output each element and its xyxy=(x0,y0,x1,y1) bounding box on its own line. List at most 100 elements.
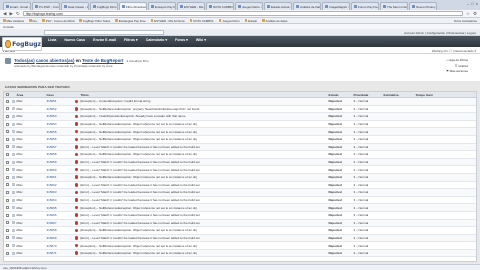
tab-close-icon[interactable]: × xyxy=(436,5,437,9)
bookmark-item[interactable]: PLP - Correo de Mindi xyxy=(42,19,74,23)
cell-case-link[interactable]: 315071 xyxy=(45,251,73,255)
menu-item[interactable]: Calendario ▾ xyxy=(146,38,167,42)
browser-tab[interactable]: FogBugz Filtro Todos× xyxy=(90,2,118,10)
select-all-checkbox[interactable] xyxy=(4,93,10,96)
browser-tab[interactable]: Prt-PGP - Correo × xyxy=(32,2,60,10)
filter-status-link[interactable]: casos abiertos(as) xyxy=(36,58,75,63)
bookmark-item[interactable]: Análisis de datos xyxy=(262,19,288,23)
cell-case-link[interactable]: 315059 xyxy=(45,160,73,164)
cell-case-link[interactable]: 315060 xyxy=(45,168,73,172)
cell-case-link[interactable]: 315053 xyxy=(45,114,73,118)
table-row[interactable]: Misc 315056 [Exception] -- NullReferenceEx… xyxy=(4,136,476,144)
column-header-time-spent[interactable]: Tempo Gast xyxy=(414,93,454,97)
cell-case-link[interactable]: 315067 xyxy=(45,221,73,225)
cell-title-link[interactable]: [Error] -- Level 'Match 1' couldn't be l… xyxy=(79,168,327,172)
tab-close-icon[interactable]: × xyxy=(29,5,30,9)
bookmark-item[interactable]: NOTA CAMBOL xyxy=(189,19,214,23)
tab-close-icon[interactable]: × xyxy=(261,5,262,9)
bookmark-item[interactable]: Fk+ xyxy=(29,19,37,23)
filter-action-link[interactable]: ⌂ Hoja de Filtros xyxy=(446,58,468,62)
cell-case-link[interactable]: 315051 xyxy=(45,99,73,103)
update-filter-link[interactable]: ▾ Actualizar filtro xyxy=(127,59,149,63)
table-row[interactable]: Misc 315058 [Exception] -- NullReferenceEx… xyxy=(4,151,476,159)
cell-case-link[interactable]: 315057 xyxy=(45,145,73,149)
browser-tab[interactable]: Ensayos Pay Free× xyxy=(148,2,176,10)
browser-tab[interactable]: NOTA CAMBOL× xyxy=(206,2,234,10)
browser-tab[interactable]: Filtro All actual× xyxy=(119,2,147,10)
other-bookmarks[interactable]: Otros marcadores xyxy=(454,19,477,23)
filter-project-link[interactable]: Teste de BugReport xyxy=(82,58,123,63)
cell-title-link[interactable]: [Exception] -- NullReferenceException: O… xyxy=(79,137,327,141)
cell-title-link[interactable]: [Exception] -- NullReferenceException: p… xyxy=(79,107,327,111)
cell-title-link[interactable]: [Exception] -- NullReferenceException: O… xyxy=(79,244,327,248)
table-row[interactable]: Misc 315055 [Exception] -- NullReferenceEx… xyxy=(4,128,476,136)
star-icon[interactable]: ☆ xyxy=(466,11,470,17)
cell-case-link[interactable]: 315062 xyxy=(45,183,73,187)
cell-title-link[interactable]: [Error] -- Level 'Match 1' couldn't be l… xyxy=(79,221,327,225)
bookmark-item[interactable]: ESTHER - Mis Archivos xyxy=(150,19,185,23)
bookmark-item[interactable]: Más visitados xyxy=(3,19,24,23)
cell-case-link[interactable]: 315069 xyxy=(45,236,73,240)
bookmark-item[interactable]: Estrategias Pay Free xyxy=(115,19,146,23)
cell-case-link[interactable]: 315055 xyxy=(45,130,73,134)
fogbugz-logo[interactable]: FogBugz xyxy=(2,37,42,51)
browser-tab[interactable]: Estado Actual × xyxy=(264,2,292,10)
browser-tab[interactable]: Nuevo Privacy× xyxy=(409,2,437,10)
minimize-icon[interactable]: – xyxy=(467,1,469,6)
column-header-estimate[interactable]: Estimativa xyxy=(382,93,414,97)
cell-case-link[interactable]: 315063 xyxy=(45,190,73,194)
browser-tab[interactable]: Data Viewer - Fede× xyxy=(61,2,89,10)
cell-title-link[interactable]: [Exception] -- InvalidOperationException… xyxy=(79,114,327,118)
cell-title-link[interactable]: [Error] -- Level 'Match 1' couldn't be l… xyxy=(79,198,327,202)
bookmark-item[interactable]: FogBugz Filtro Todos xyxy=(79,19,110,23)
wrench-icon[interactable]: ⚙ xyxy=(473,11,477,17)
cell-title-link[interactable]: [Exception] -- NullReferenceException: O… xyxy=(79,206,327,210)
table-row[interactable]: Misc 315054 [Exception] -- NullReferenceEx… xyxy=(4,121,476,129)
column-header-case[interactable]: Caso xyxy=(45,93,73,97)
cell-title-link[interactable]: [Error] -- Level 'Match 1' couldn't be l… xyxy=(79,160,327,164)
tab-close-icon[interactable]: × xyxy=(348,5,349,9)
back-icon[interactable]: ◀ xyxy=(3,11,6,17)
cell-case-link[interactable]: 315054 xyxy=(45,122,73,126)
cell-title-link[interactable]: [Error] -- Level 'Match 1' couldn't be l… xyxy=(79,236,327,240)
menu-item[interactable]: Nuevo Caso xyxy=(64,38,85,42)
cell-case-link[interactable]: 315068 xyxy=(45,228,73,232)
bookmark-item[interactable]: Estado xyxy=(244,19,257,23)
browser-tab[interactable]: Análisis de Datos × xyxy=(293,2,321,10)
table-row[interactable]: Misc 315060 [Error] -- Level 'Match 1' cou… xyxy=(4,166,476,174)
menu-item[interactable]: Foros ▾ xyxy=(175,38,188,42)
table-row[interactable]: Misc 315067 [Error] -- Level 'Match 1' cou… xyxy=(4,219,476,228)
table-row[interactable]: Misc 315064 [Error] -- Level 'Match 1' cou… xyxy=(4,197,476,205)
table-row[interactable]: Misc 315063 [Error] -- Level 'Match 1' cou… xyxy=(4,189,476,197)
table-row[interactable]: Misc 315051 [Exception] -- ContentExceptio… xyxy=(4,98,476,106)
cell-title-link[interactable]: [Error] -- Level 'Match 1' couldn't be l… xyxy=(79,145,327,149)
browser-tab[interactable]: ESTHER - Mis Archivos× xyxy=(177,2,205,10)
bookmark-item[interactable]: Juegos Retro xyxy=(218,19,240,23)
column-header-title[interactable]: Título xyxy=(79,93,327,97)
cell-case-link[interactable]: 315056 xyxy=(45,137,73,141)
column-header-status[interactable]: Estado xyxy=(327,93,352,97)
cell-title-link[interactable]: [Error] -- Level 'Match 1' couldn't be l… xyxy=(79,190,327,194)
close-icon[interactable]: × xyxy=(476,1,478,6)
cell-case-link[interactable]: 315058 xyxy=(45,152,73,156)
filter-action-link[interactable]: ⚑ Más acciones xyxy=(446,69,468,73)
cell-title-link[interactable]: [Exception] -- NullReferenceException: O… xyxy=(79,122,327,126)
browser-tab[interactable]: The Moon Institute× xyxy=(380,2,408,10)
browser-tab[interactable]: Juegos Retro × xyxy=(235,2,263,10)
cell-title-link[interactable]: [Exception] -- ContentException: invalid… xyxy=(79,99,327,103)
search-input[interactable] xyxy=(44,30,164,35)
forward-icon[interactable]: ▶ xyxy=(9,11,12,17)
menu-item[interactable]: Lista xyxy=(48,38,56,42)
cell-title-link[interactable]: [Exception] -- NullReferenceException: O… xyxy=(79,175,327,179)
table-row[interactable]: Misc 315071 [Exception] -- NullReferenceEx… xyxy=(4,249,476,258)
tab-close-icon[interactable]: × xyxy=(290,5,291,9)
column-header-priority[interactable]: Prioridade xyxy=(352,93,382,97)
cell-case-link[interactable]: 315065 xyxy=(45,206,73,210)
filter-collapse-icon[interactable] xyxy=(5,58,11,64)
browser-tab[interactable]: Forms Pay Free × xyxy=(351,2,379,10)
user-links[interactable]: Account Admin | Configuración | Preferen… xyxy=(404,31,476,35)
browser-tab[interactable]: ImageMagick × xyxy=(322,2,350,10)
menu-item[interactable]: Filtros ▾ xyxy=(124,38,138,42)
browser-tab[interactable]: Email - Gmail × xyxy=(3,2,31,10)
cell-title-link[interactable]: [Exception] -- NullReferenceException: O… xyxy=(79,251,327,255)
